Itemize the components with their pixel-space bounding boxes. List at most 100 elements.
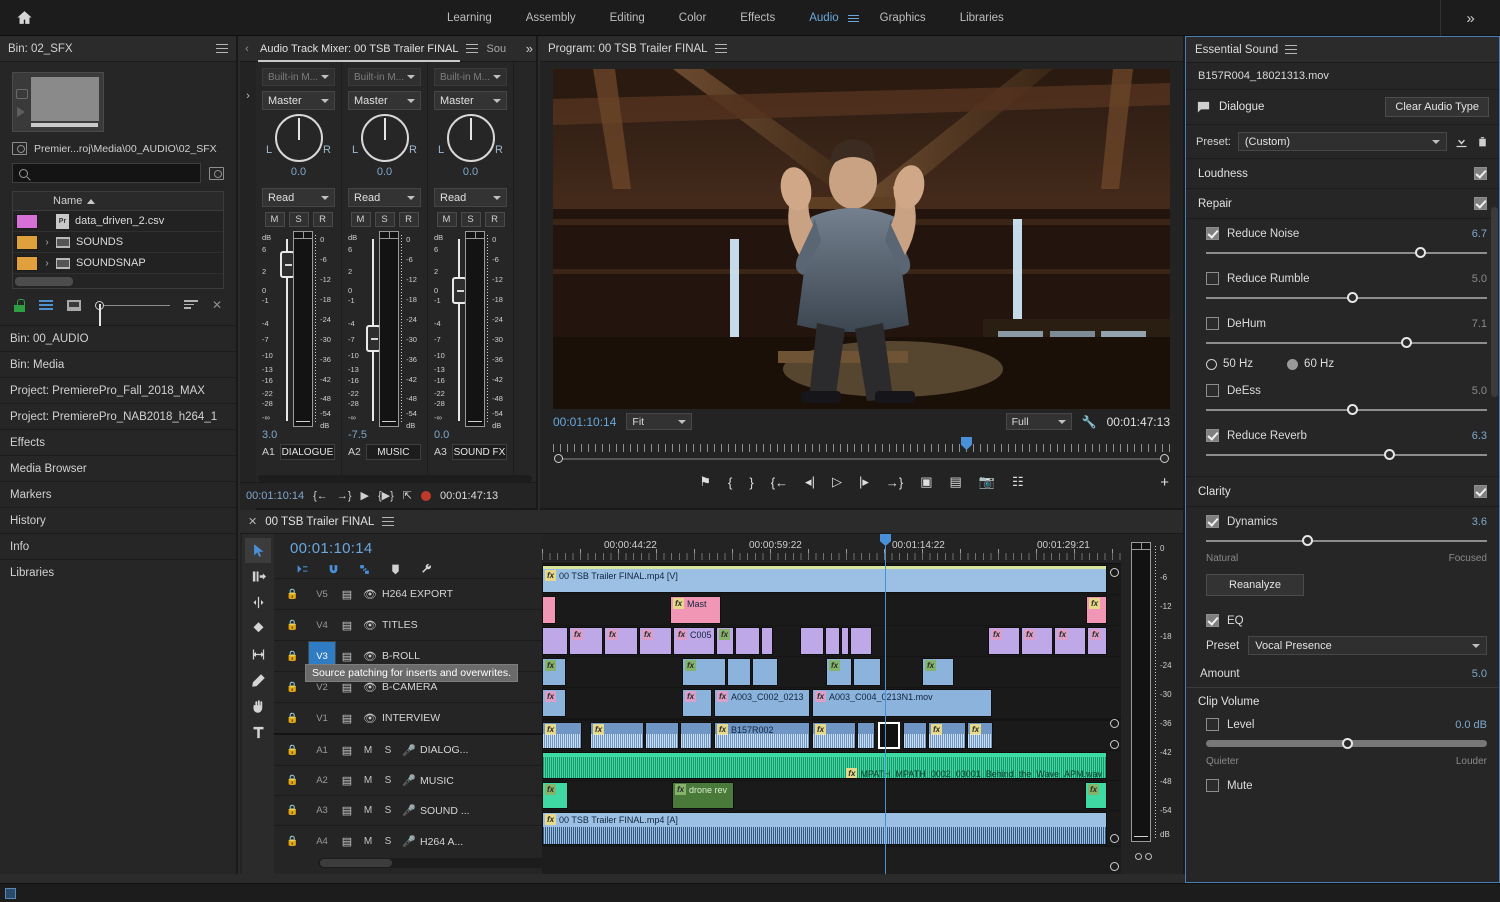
program-monitor-tab[interactable]: Program: 00 TSB Trailer FINAL	[540, 36, 1183, 62]
clip-v3[interactable]: fx C005	[673, 627, 715, 655]
pan-knob[interactable]	[447, 114, 495, 162]
source-patch-icon[interactable]: ▤	[336, 681, 358, 694]
lift-icon[interactable]: ▣	[920, 474, 932, 490]
sidebar-item-project-nab2018[interactable]: Project: PremierePro_NAB2018_h264_1	[0, 403, 236, 429]
zoom-slider-handle[interactable]	[95, 301, 104, 310]
clip-area-handle[interactable]	[1110, 834, 1119, 843]
pan-knob[interactable]	[361, 114, 409, 162]
clip-v2[interactable]: fx	[682, 658, 726, 686]
clip-row-v4[interactable]: fx Mast fx	[542, 595, 1121, 626]
track-header-v5[interactable]: 🔒 V5 ▤ 👁 H264 EXPORT	[274, 578, 542, 609]
mute-button[interactable]: M	[351, 212, 371, 227]
eq-preset-select[interactable]: Vocal Presence	[1248, 636, 1487, 655]
sidebar-item-bin-00-audio[interactable]: Bin: 00_AUDIO	[0, 325, 236, 351]
pan-value[interactable]: 0.0	[262, 166, 335, 178]
clip-v2[interactable]	[853, 658, 881, 686]
level-checkbox[interactable]	[1206, 718, 1219, 731]
clip-a3-drone[interactable]: fx drone rev	[672, 782, 734, 809]
bin-list-header[interactable]: Name	[13, 192, 223, 211]
voice-over-record-icon[interactable]: 🎤	[398, 835, 420, 848]
track-name[interactable]: DIALOGUE	[280, 444, 335, 460]
solo-button-a3[interactable]: S	[378, 805, 398, 816]
lock-icon[interactable]: 🔒	[286, 775, 308, 786]
close-icon[interactable]: ✕	[248, 515, 257, 528]
go-to-out-icon[interactable]: →}	[337, 490, 352, 502]
dehum-checkbox[interactable]	[1206, 317, 1219, 330]
source-patch-icon[interactable]: ▤	[336, 712, 358, 725]
track-select-forward-tool[interactable]	[245, 564, 271, 589]
voice-over-record-icon[interactable]: 🎤	[398, 744, 420, 757]
clip-a1[interactable]	[680, 722, 712, 749]
slider-handle[interactable]	[1384, 449, 1395, 460]
workspace-tab-audio[interactable]: Audio	[792, 0, 855, 36]
lock-icon[interactable]: 🔒	[286, 836, 308, 847]
clip-row-v1[interactable]: fx fx fx A003_C002_0213 fx A003_C004_021…	[542, 688, 1121, 719]
mute-button[interactable]: M	[265, 212, 285, 227]
timeline-time-ruler[interactable]: 00:00:44:22 00:00:59:22 00:01:14:22 00:0…	[542, 534, 1121, 564]
track-visibility-icon[interactable]: 👁	[358, 712, 382, 725]
button-editor-icon[interactable]: +	[1160, 474, 1169, 491]
program-video-frame[interactable]	[553, 69, 1170, 409]
clarity-section[interactable]: Clarity	[1186, 476, 1499, 507]
snap-magnet-icon[interactable]	[327, 563, 340, 576]
track-name[interactable]: MUSIC	[366, 444, 421, 460]
clip-v3[interactable]: fx	[988, 627, 1020, 655]
essential-sound-scrollbar[interactable]	[1491, 207, 1498, 397]
export-frame-icon[interactable]: 📷	[979, 474, 995, 490]
clip-v3[interactable]	[735, 627, 760, 655]
clip-v3[interactable]	[850, 627, 872, 655]
sidebar-item-effects[interactable]: Effects	[0, 429, 236, 455]
clear-audio-type-button[interactable]: Clear Audio Type	[1385, 97, 1489, 117]
mute-button-a1[interactable]: M	[358, 745, 378, 756]
clip-v3[interactable]	[542, 627, 568, 655]
mute-button-a3[interactable]: M	[358, 805, 378, 816]
thumbnail-zoom-slider[interactable]	[95, 301, 170, 310]
clip-v3[interactable]	[841, 627, 849, 655]
clip-a3[interactable]: fx	[542, 782, 568, 809]
pan-knob[interactable]	[275, 114, 323, 162]
amount-value[interactable]: 5.0	[1472, 668, 1487, 680]
clip-row-a1[interactable]: fx fx fx B157R002 fx fx fx	[542, 719, 1121, 751]
workspace-overflow-icon[interactable]: »	[1440, 0, 1500, 36]
voice-over-record-icon[interactable]: 🎤	[398, 774, 420, 787]
timeline-header-scrollbar[interactable]	[318, 858, 568, 868]
reduce-noise-checkbox[interactable]	[1206, 227, 1219, 240]
clip-a1[interactable]: fx B157R002	[714, 722, 810, 749]
thumbnail-scrubber[interactable]	[31, 123, 98, 127]
clip-area-handle[interactable]	[1110, 568, 1119, 577]
clip-a1-selected[interactable]	[878, 722, 900, 749]
output-select[interactable]: Master	[348, 91, 421, 110]
lock-icon[interactable]: 🔒	[286, 651, 308, 662]
lock-icon[interactable]: 🔒	[286, 589, 308, 600]
output-select[interactable]: Master	[262, 91, 335, 110]
reduce-reverb-value[interactable]: 6.3	[1472, 430, 1487, 442]
ripple-edit-tool[interactable]	[245, 590, 271, 615]
slider-handle[interactable]	[1302, 535, 1313, 546]
effect-slot-select[interactable]: Built-in M...	[262, 68, 335, 86]
clip-v3[interactable]: fx	[1087, 627, 1107, 655]
step-back-icon[interactable]: ◂|	[805, 474, 815, 490]
mixer-tab-overflow-icon[interactable]: »	[526, 36, 533, 62]
lock-icon[interactable]: 🔒	[286, 805, 308, 816]
preview-thumbnail[interactable]	[12, 72, 104, 132]
sidebar-item-markers[interactable]: Markers	[0, 481, 236, 507]
track-visibility-icon[interactable]: 👁	[358, 650, 382, 663]
track-name[interactable]: SOUND FX	[452, 444, 507, 460]
scrollbar-left-handle[interactable]	[554, 454, 563, 463]
reduce-noise-slider[interactable]	[1206, 245, 1487, 261]
source-patch-icon[interactable]: ▤	[336, 804, 358, 817]
expand-toggle[interactable]: ›	[38, 237, 56, 248]
project-panel-menu-icon[interactable]	[216, 44, 228, 54]
automation-mode-select[interactable]: Read	[348, 188, 421, 207]
mark-out-icon[interactable]: }	[749, 475, 753, 490]
pen-tool[interactable]	[245, 668, 271, 693]
workspace-tab-graphics[interactable]: Graphics	[863, 0, 943, 36]
hand-tool[interactable]	[245, 694, 271, 719]
bin-horizontal-scrollbar[interactable]	[13, 274, 223, 288]
deess-checkbox[interactable]	[1206, 384, 1219, 397]
razor-tool[interactable]	[245, 616, 271, 641]
meter-clip-indicator[interactable]	[466, 232, 484, 239]
clip-a1[interactable]: fx	[967, 722, 993, 749]
effect-slot-select[interactable]: Built-in M...	[434, 68, 507, 86]
mute-button-a4[interactable]: M	[358, 836, 378, 847]
